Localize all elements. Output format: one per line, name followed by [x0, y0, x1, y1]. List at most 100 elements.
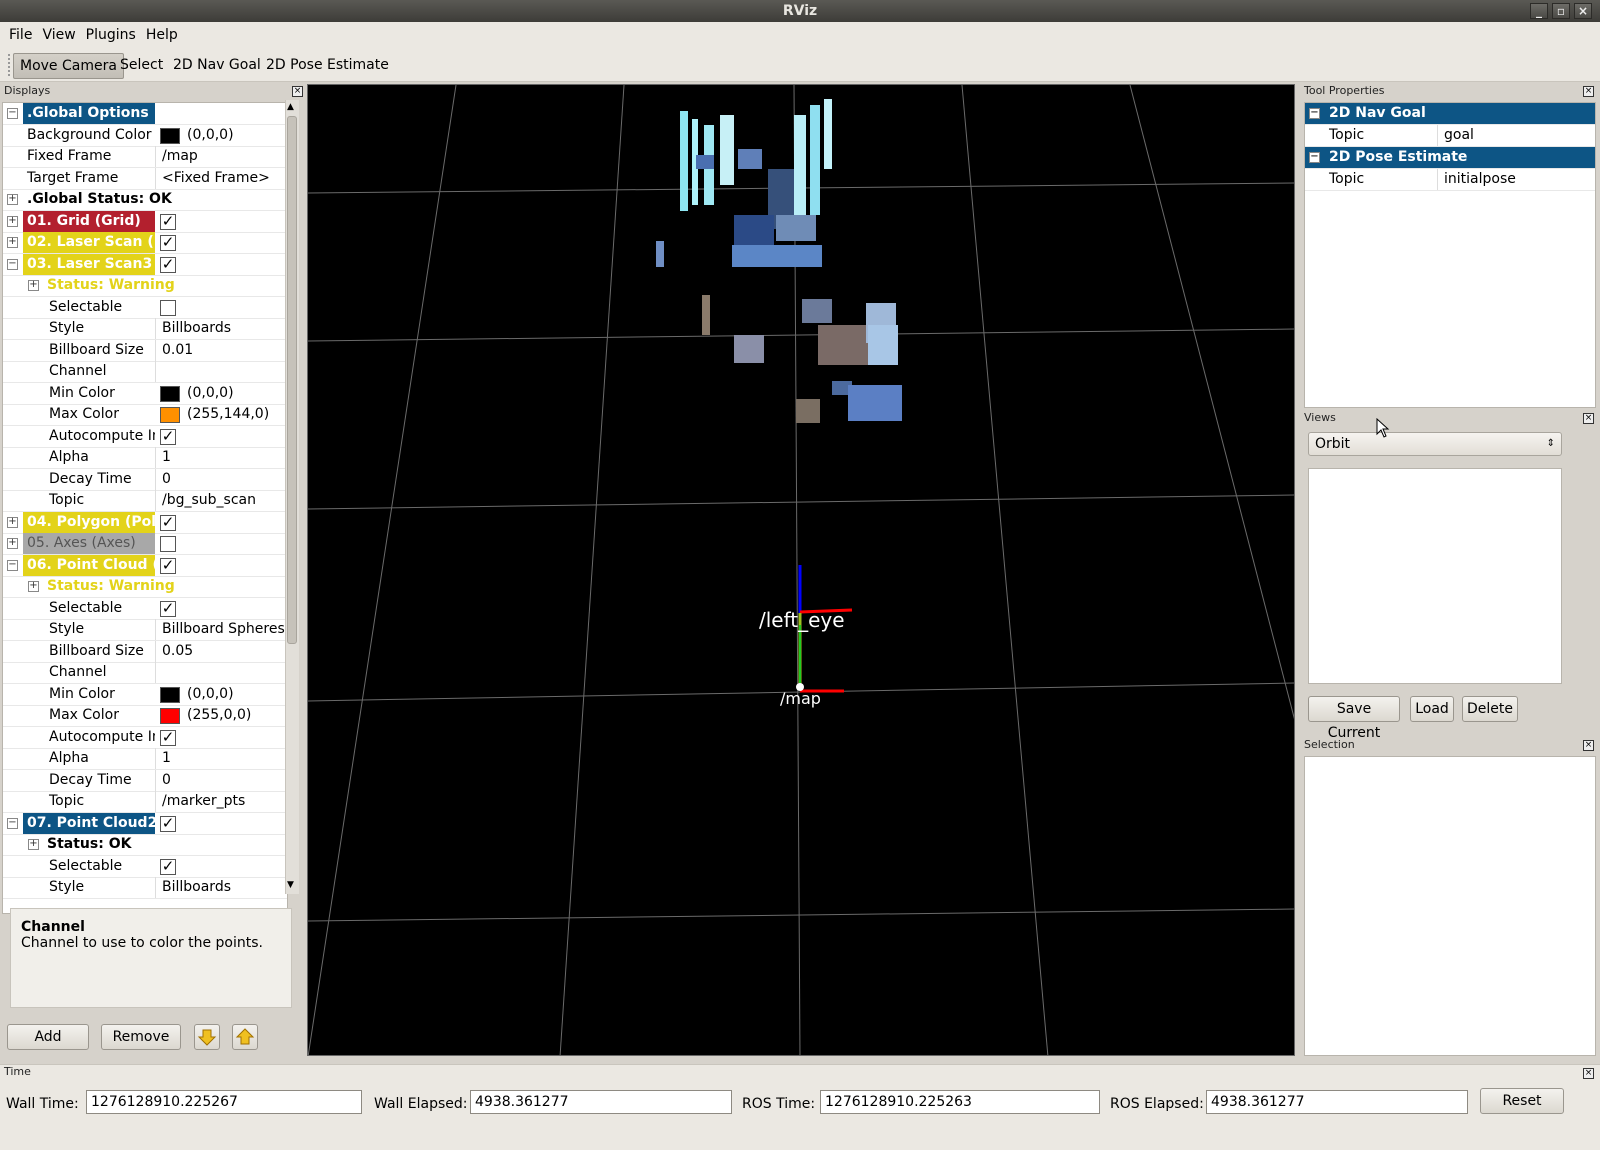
menu-view[interactable]: View [37, 22, 80, 48]
tool-2d-pose-estimate[interactable]: 2D Pose Estimate [260, 53, 395, 79]
move-down-button[interactable] [194, 1024, 220, 1050]
property-value[interactable]: /bg_sub_scan [155, 490, 287, 511]
views-close-icon[interactable]: × [1583, 413, 1594, 424]
property-value[interactable] [155, 361, 287, 382]
collapse-icon[interactable]: − [1309, 152, 1320, 163]
enable-checkbox[interactable]: ✓ [160, 557, 176, 574]
display-row[interactable]: +02. Laser Scan (L ✓ [3, 232, 287, 254]
load-view-button[interactable]: Load [1410, 696, 1454, 722]
scroll-down-icon[interactable]: ▼ [287, 880, 294, 890]
add-display-button[interactable]: Add [7, 1024, 89, 1050]
enable-checkbox[interactable]: ✓ [160, 428, 176, 445]
close-button[interactable]: × [1574, 3, 1592, 19]
color-swatch[interactable] [160, 385, 180, 402]
remove-display-button[interactable]: Remove [101, 1024, 181, 1050]
menu-plugins[interactable]: Plugins [81, 22, 141, 48]
delete-view-button[interactable]: Delete [1462, 696, 1518, 722]
property-value[interactable]: 1 [155, 447, 287, 468]
tool-row-nav-goal-topic[interactable]: Topic goal [1305, 125, 1595, 147]
enable-checkbox[interactable] [160, 536, 176, 552]
tool-select[interactable]: Select [114, 53, 169, 79]
display-row[interactable]: + Status: Warning [3, 275, 287, 297]
display-row[interactable]: Autocompute Int ✓ [3, 727, 287, 749]
tool-row-pose-estimate-topic[interactable]: Topic initialpose [1305, 169, 1595, 191]
collapse-icon[interactable]: − [7, 559, 18, 571]
display-row[interactable]: +01. Grid (Grid) ✓ [3, 210, 287, 233]
property-value[interactable]: /map [155, 146, 287, 167]
property-value[interactable]: 0.01 [155, 339, 287, 361]
display-row[interactable]: +05. Axes (Axes) [3, 533, 287, 555]
selection-close-icon[interactable]: × [1583, 740, 1594, 751]
wall-elapsed-field[interactable]: 4938.361277 [470, 1090, 732, 1114]
enable-checkbox[interactable]: ✓ [160, 256, 176, 273]
color-swatch[interactable] [160, 407, 180, 423]
menu-file[interactable]: File [4, 22, 37, 48]
color-swatch[interactable] [160, 708, 180, 724]
property-value[interactable]: 0 [155, 468, 287, 490]
property-value[interactable]: /marker_pts [155, 791, 287, 812]
display-row[interactable]: Min Color (0,0,0) [3, 383, 287, 405]
display-row[interactable]: Style Billboards [3, 318, 287, 340]
display-row[interactable]: Fixed Frame/map [3, 146, 287, 168]
display-row[interactable]: Style Billboards [3, 877, 287, 899]
display-row[interactable]: Max Color (255,144,0) [3, 404, 287, 426]
view-type-select[interactable]: Orbit ⇕ [1308, 432, 1562, 456]
display-row[interactable]: Channel [3, 662, 287, 684]
collapse-icon[interactable]: − [7, 258, 18, 270]
enable-checkbox[interactable]: ✓ [160, 858, 176, 875]
expand-icon[interactable]: + [7, 215, 18, 227]
display-row[interactable]: Alpha 1 [3, 447, 287, 469]
time-close-icon[interactable]: × [1583, 1068, 1594, 1079]
enable-checkbox[interactable]: ✓ [160, 213, 176, 230]
display-row[interactable]: +04. Polygon (Polygo ✓ [3, 511, 287, 534]
enable-checkbox[interactable]: ✓ [160, 514, 176, 531]
tool-row-nav-goal[interactable]: − 2D Nav Goal [1305, 103, 1595, 125]
display-row[interactable]: Topic/bg_sub_scan [3, 490, 287, 512]
property-value[interactable]: Billboard Spheres [155, 619, 287, 640]
move-up-button[interactable] [232, 1024, 258, 1050]
property-value[interactable]: Billboards [155, 877, 287, 898]
property-value[interactable]: Billboards [155, 318, 287, 339]
ros-time-field[interactable]: 1276128910.225263 [820, 1090, 1100, 1114]
display-row[interactable]: Channel [3, 361, 287, 383]
save-current-view-button[interactable]: Save Current [1308, 696, 1400, 741]
expand-icon[interactable]: + [7, 538, 18, 549]
collapse-icon[interactable]: − [1309, 108, 1320, 119]
display-row[interactable]: + Status: Warning [3, 576, 287, 598]
wall-time-field[interactable]: 1276128910.225267 [86, 1090, 362, 1114]
collapse-icon[interactable]: − [7, 108, 18, 119]
property-value[interactable]: 1 [155, 748, 287, 769]
property-value[interactable]: 0 [155, 769, 287, 791]
display-row[interactable]: Decay Time 0 [3, 468, 287, 491]
property-value[interactable]: 0.05 [155, 640, 287, 662]
reset-time-button[interactable]: Reset [1480, 1088, 1564, 1114]
menu-help[interactable]: Help [141, 22, 183, 48]
display-row[interactable]: Alpha 1 [3, 748, 287, 770]
property-value[interactable]: <Fixed Frame> [155, 167, 287, 189]
displays-close-icon[interactable]: × [292, 86, 303, 97]
tool-properties-close-icon[interactable]: × [1583, 86, 1594, 97]
enable-checkbox[interactable]: ✓ [160, 235, 176, 251]
minimize-button[interactable]: _ [1530, 3, 1548, 19]
tool-2d-nav-goal[interactable]: 2D Nav Goal [167, 53, 267, 79]
color-swatch[interactable] [160, 127, 180, 144]
display-row[interactable]: −07. Point Cloud2 ✓ [3, 812, 287, 835]
enable-checkbox[interactable]: ✓ [160, 729, 176, 746]
display-row[interactable]: −06. Point Cloud (✓ [3, 554, 287, 577]
display-row[interactable]: Billboard Size 0.05 [3, 640, 287, 663]
collapse-icon[interactable]: − [7, 817, 18, 829]
scroll-up-icon[interactable]: ▲ [287, 102, 294, 112]
display-row[interactable]: Selectable ✓ [3, 856, 287, 878]
display-row[interactable]: Background Color (0,0,0) [3, 125, 287, 147]
display-row[interactable]: −03. Laser Scan3 (✓ [3, 253, 287, 276]
display-row[interactable]: Decay Time 0 [3, 769, 287, 792]
property-value[interactable] [155, 662, 287, 683]
display-row[interactable]: Style Billboard Spheres [3, 619, 287, 641]
ros-elapsed-field[interactable]: 4938.361277 [1206, 1090, 1468, 1114]
enable-checkbox[interactable]: ✓ [160, 600, 176, 617]
saved-views-list[interactable] [1308, 468, 1562, 684]
display-row[interactable]: Min Color (0,0,0) [3, 684, 287, 706]
maximize-button[interactable]: ▫ [1552, 3, 1570, 19]
display-row[interactable]: Autocompute Int ✓ [3, 426, 287, 448]
render-viewport[interactable]: /left_eye /map [307, 84, 1295, 1056]
